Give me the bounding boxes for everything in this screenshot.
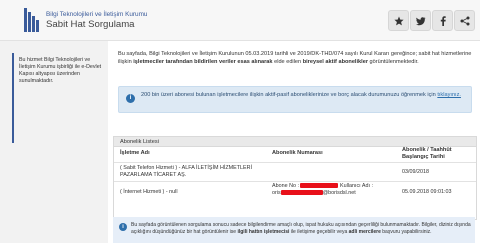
info-icon: i bbox=[119, 223, 127, 231]
intro-bold-2: bireysel aktif abonelikler bbox=[302, 59, 368, 65]
column-header-operator: İşletme Adı bbox=[120, 150, 150, 156]
facebook-share-button[interactable] bbox=[432, 10, 453, 31]
header: Bilgi Teknolojileri ve İletişim Kurumu S… bbox=[0, 0, 480, 41]
header-divider bbox=[114, 162, 476, 163]
info-icon: i bbox=[126, 94, 135, 103]
redaction-mark bbox=[280, 190, 323, 196]
main-content: Bu sayfada, Bilgi Teknolojileri ve İleti… bbox=[108, 41, 480, 243]
service-title: Sabit Hat Sorgulama bbox=[46, 19, 135, 30]
notice-text-extra: diziniz dışında bbox=[438, 222, 471, 228]
intro-paragraph: Bu sayfada, Bilgi Teknolojileri ve İleti… bbox=[118, 50, 473, 66]
share-icon bbox=[460, 16, 469, 25]
column-header-date: Abonelik / Taahhüt Başlangıç Tarihi bbox=[402, 147, 452, 160]
twitter-icon bbox=[415, 16, 425, 25]
row-2-operator: ( İnternet Hizmeti ) - null bbox=[120, 189, 178, 195]
subscription-table: Abonelik Listesi İşletme Adı Abonelik Nu… bbox=[113, 136, 477, 220]
row-2-username-label: Kullanıcı Adı : bbox=[339, 183, 373, 189]
info-alert: i 200 bin üzeri abonesi bulunan işletmec… bbox=[118, 86, 472, 113]
row-divider bbox=[114, 181, 476, 182]
star-icon bbox=[393, 16, 404, 25]
twitter-share-button[interactable] bbox=[410, 10, 431, 31]
notice-text-2: açıklığını düşündüğünüz bir hat görüntül… bbox=[131, 229, 238, 235]
row-2-number: Abone No : Kullanıcı Adı : oris @borisdsl… bbox=[272, 183, 373, 196]
notice-bold-2: adli mercilere bbox=[348, 229, 381, 235]
intro-text-2: elde edilen bbox=[272, 59, 303, 65]
institution-name: Bilgi Teknolojileri ve İletişim Kurumu bbox=[46, 11, 148, 18]
favorite-button[interactable] bbox=[388, 10, 409, 31]
row-2-domain: @borisdsl.net bbox=[322, 190, 356, 196]
intro-bold-1: işletmeciler tarafından bildirilen veril… bbox=[133, 59, 273, 65]
notice-text-4: başvuru yapabilirsiniz. bbox=[380, 229, 432, 235]
row-2-number-label: Abone No : bbox=[272, 183, 299, 189]
click-here-link[interactable]: tıklayınız. bbox=[437, 92, 461, 98]
sidebar: Bu hizmet Bilgi Teknolojileri ve İletişi… bbox=[0, 41, 106, 243]
redaction-mark bbox=[300, 183, 339, 189]
notice-text-1: Bu sayfada görüntülenen sorgulama sonucu… bbox=[131, 222, 439, 228]
service-provider-note: Bu hizmet Bilgi Teknolojileri ve İletişi… bbox=[19, 57, 102, 84]
row-2-date: 05.09.2018 09:01:03 bbox=[402, 189, 452, 195]
notice-text-3: ile iletişime geçebilir veya bbox=[289, 229, 349, 235]
facebook-icon bbox=[440, 15, 446, 26]
row-1-operator: ( Sabit Telefon Hizmeti ) - ALFA İLETİŞİ… bbox=[120, 165, 253, 178]
info-message: 200 bin üzeri abonesi bulunan işletmecil… bbox=[141, 92, 438, 98]
table-caption: Abonelik Listesi bbox=[114, 137, 476, 147]
btk-logo-icon bbox=[24, 8, 39, 32]
disclaimer-text: Bu sayfada görüntülenen sorgulama sonucu… bbox=[131, 222, 471, 236]
share-button[interactable] bbox=[454, 10, 475, 31]
row-1-date: 03/09/2018 bbox=[402, 169, 429, 175]
column-header-number: Abonelik Numarası bbox=[272, 150, 323, 156]
info-text: 200 bin üzeri abonesi bulunan işletmecil… bbox=[141, 91, 466, 99]
notice-bold-1: ilgili hattın işletmecisi bbox=[237, 229, 290, 235]
sidebar-accent-bar bbox=[12, 53, 14, 143]
intro-text-3: görüntülenmektedir. bbox=[368, 59, 419, 65]
disclaimer-notice: i Bu sayfada görüntülenen sorgulama sonu… bbox=[113, 217, 475, 243]
